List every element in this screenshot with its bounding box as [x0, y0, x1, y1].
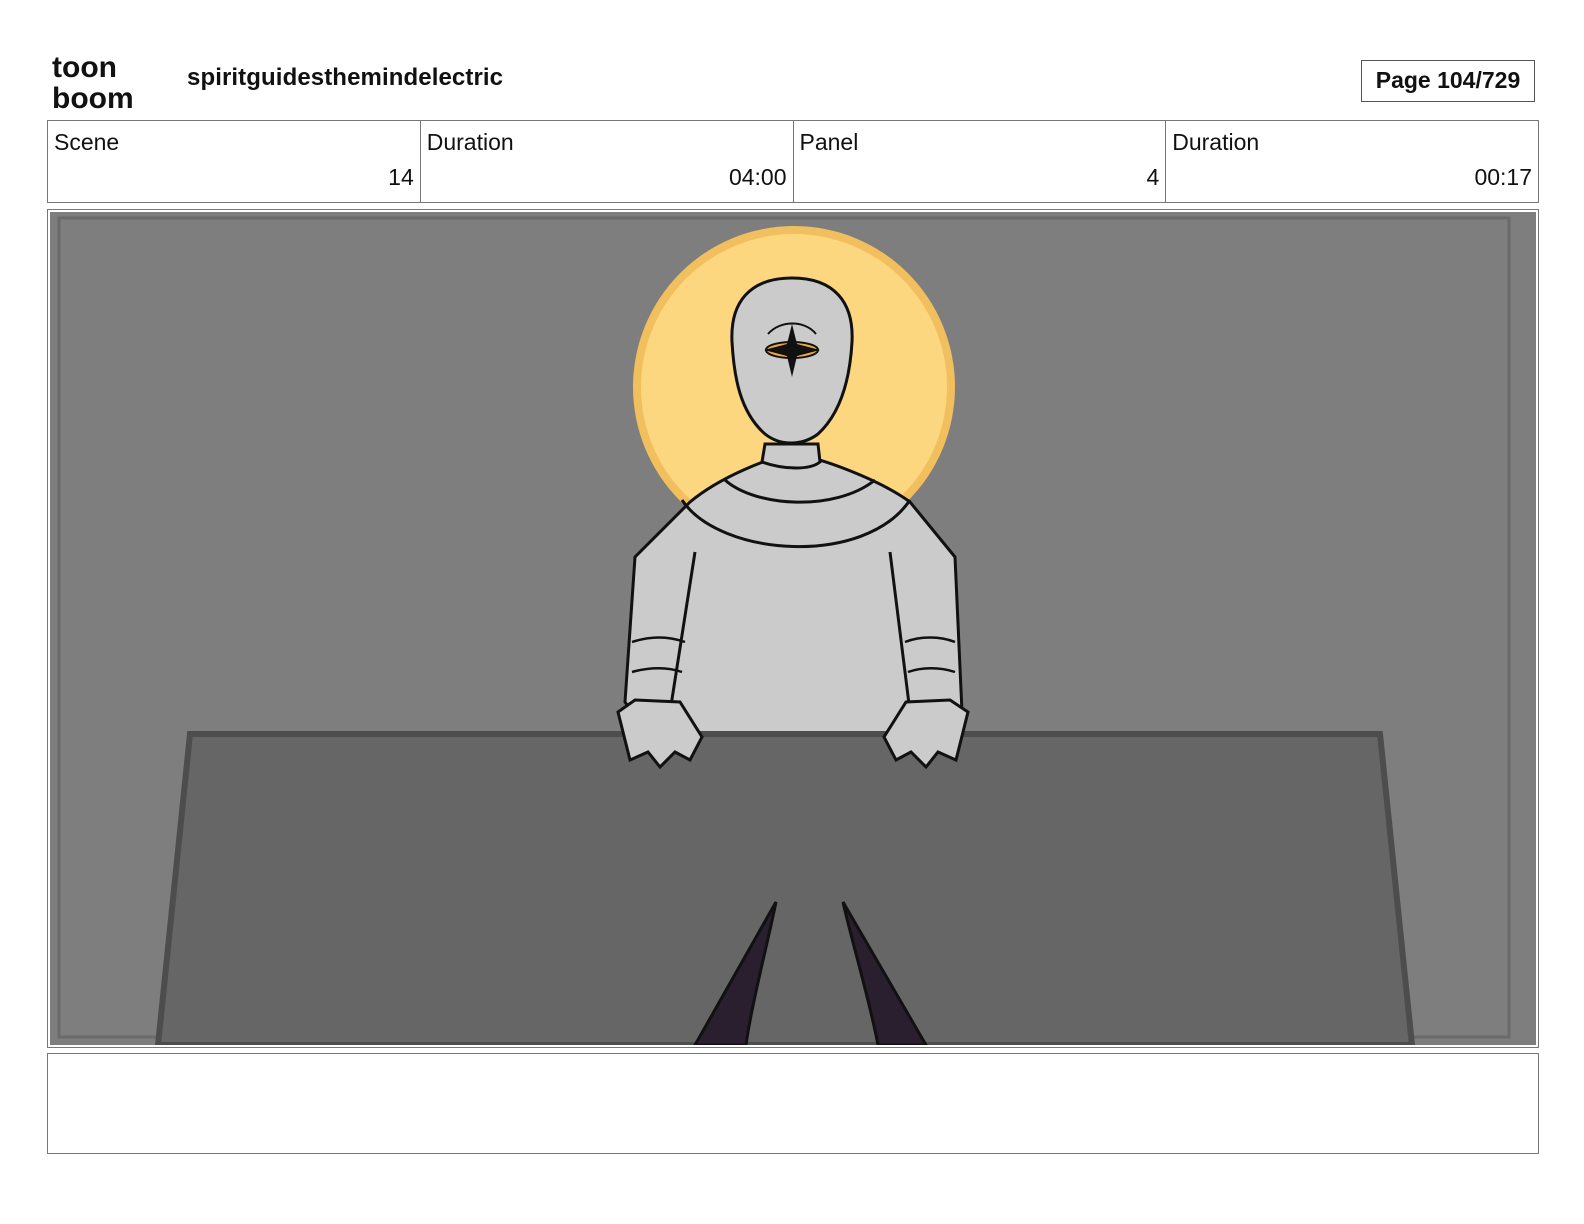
- panel-duration-value: 00:17: [1474, 164, 1532, 190]
- storyboard-panel-frame: [47, 209, 1539, 1048]
- scene-duration-label: Duration: [426, 129, 514, 155]
- panel-info-row: Scene 14 Duration 04:00 Panel 4 Duration…: [47, 120, 1539, 203]
- panel-label: Panel: [799, 129, 859, 155]
- logo-word-toon: toon: [52, 51, 117, 84]
- scene-duration-cell: Duration 04:00: [421, 121, 794, 202]
- panel-notes-box: [47, 1053, 1539, 1154]
- toon-boom-logo: toon boom: [52, 51, 134, 112]
- scene-label: Scene: [54, 129, 120, 155]
- desk: [154, 731, 1416, 1045]
- scene-duration-value: 04:00: [728, 164, 787, 190]
- scene-cell: Scene 14: [48, 121, 421, 202]
- panel-cell: Panel 4: [794, 121, 1167, 202]
- panel-value: 4: [1146, 164, 1160, 190]
- scene-value: 14: [388, 164, 414, 190]
- page-indicator: Page 104/729: [1361, 60, 1535, 102]
- project-title: spiritguidesthemindelectric: [187, 64, 504, 91]
- panel-duration-label: Duration: [1172, 129, 1260, 155]
- storyboard-panel-image: [50, 212, 1536, 1045]
- panel-duration-cell: Duration 00:17: [1166, 121, 1538, 202]
- logo-word-boom: boom: [52, 82, 134, 112]
- figure-neck: [760, 442, 822, 470]
